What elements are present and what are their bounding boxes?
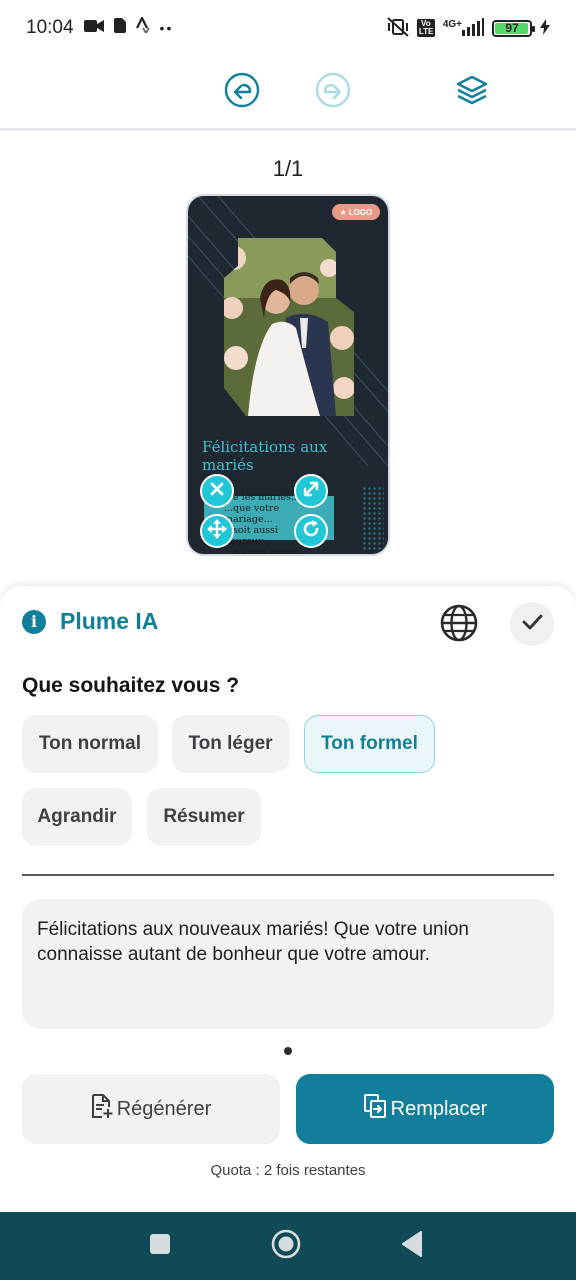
generated-text: Félicitations aux nouveaux mariés! Que v… [37, 919, 469, 965]
chip-ton-normal[interactable]: Ton normal [22, 715, 158, 773]
undo-button[interactable] [222, 72, 262, 112]
replace-icon [363, 1093, 387, 1125]
chip-label: Ton léger [188, 733, 273, 754]
vibrate-off-icon [387, 16, 409, 40]
resize-handle[interactable] [294, 474, 328, 508]
move-handle[interactable] [200, 514, 234, 548]
charging-icon [540, 18, 550, 38]
generated-text-box[interactable]: Félicitations aux nouveaux mariés! Que v… [22, 899, 554, 1029]
globe-icon [440, 604, 478, 647]
recents-square-icon [149, 1233, 171, 1260]
status-time: 10:04 [26, 17, 74, 38]
battery-level: 97 [505, 21, 519, 35]
document-add-icon [91, 1093, 113, 1125]
redo-button[interactable] [313, 72, 353, 112]
move-handle-icon [207, 518, 227, 544]
wedding-photo [224, 238, 354, 416]
chip-ton-leger[interactable]: Ton léger [172, 715, 289, 773]
replace-label: Remplacer [390, 1097, 488, 1120]
sim-card-icon [113, 17, 126, 39]
sheet-title: Plume IA [60, 608, 159, 634]
sheet-divider [22, 874, 554, 876]
regenerate-button[interactable]: Régénérer [22, 1074, 280, 1144]
replace-button[interactable]: Remplacer [296, 1074, 554, 1144]
language-button[interactable] [438, 604, 480, 646]
chip-agrandir[interactable]: Agrandir [22, 788, 132, 846]
quota-text: Quota : 2 fois restantes [210, 1162, 366, 1179]
undo-icon [223, 71, 261, 114]
editor-toolbar [0, 56, 576, 128]
back-triangle-icon [401, 1230, 423, 1262]
delete-handle[interactable] [200, 474, 234, 508]
chip-resumer[interactable]: Résumer [147, 788, 261, 846]
selected-text-line: ...e votre amour... [224, 547, 309, 556]
strava-icon [135, 15, 150, 39]
layers-button[interactable] [452, 72, 492, 112]
chip-label: Ton normal [38, 733, 142, 754]
confirm-button[interactable] [510, 602, 554, 646]
pager-dot [284, 1047, 292, 1055]
question-heading: Que souhaitez vous ? [22, 674, 240, 697]
chip-label: Ton formel [321, 733, 418, 754]
chip-label: Résumer [163, 806, 245, 827]
chip-ton-formel[interactable]: Ton formel [304, 715, 435, 773]
page-counter: 1/1 [272, 156, 304, 181]
dots-pattern [362, 486, 384, 552]
chip-label: Agrandir [37, 806, 117, 827]
info-icon[interactable]: i [22, 609, 46, 634]
logo-badge-text: LOGO [348, 207, 373, 217]
rotate-handle[interactable] [294, 514, 328, 548]
layers-icon [455, 73, 489, 112]
redo-icon [314, 71, 352, 114]
design-preview[interactable]: ★ LOGO Félicitations aux mariés ...e les… [186, 194, 390, 556]
status-right: Vo LTE 4G+ 97 [387, 16, 550, 40]
home-button[interactable] [268, 1228, 304, 1264]
close-handle-icon [209, 481, 225, 502]
video-camera-icon [83, 17, 104, 39]
ai-writer-sheet: i Plume IA Que souhaitez vous ? Ton norm… [0, 586, 576, 1212]
signal-icon [462, 17, 484, 39]
home-circle-icon [271, 1229, 301, 1264]
logo-badge: ★ LOGO [332, 204, 380, 220]
battery-icon: 97 [492, 19, 535, 37]
resize-handle-icon [302, 480, 320, 503]
check-icon [520, 610, 544, 639]
system-nav-bar [0, 1212, 576, 1280]
regenerate-label: Régénérer [116, 1097, 212, 1120]
preview-title-text[interactable]: Félicitations aux mariés [202, 438, 342, 474]
status-left: 10:04 •• [26, 15, 174, 39]
network-type: 4G+ [442, 18, 462, 30]
toolbar-divider [0, 128, 576, 131]
star-icon: ★ [339, 207, 347, 217]
status-bar: 10:04 •• Vo LTE 4G+ 97 [0, 0, 576, 56]
recents-button[interactable] [142, 1228, 178, 1264]
volte-badge: Vo LTE [416, 19, 435, 37]
back-button[interactable] [394, 1228, 430, 1264]
sheet-header: i Plume IA [22, 608, 158, 635]
status-overflow: •• [159, 20, 174, 36]
rotate-handle-icon [301, 519, 321, 544]
